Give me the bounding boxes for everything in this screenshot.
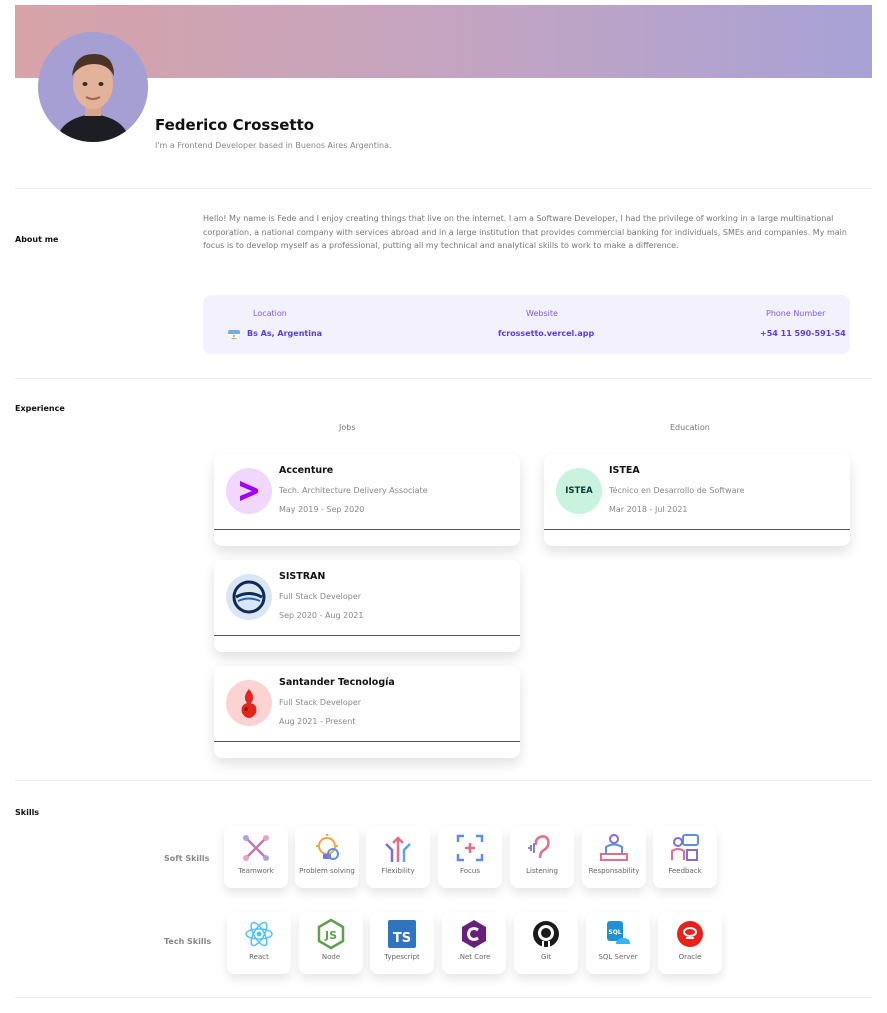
skill-teamwork: Teamwork	[224, 826, 288, 888]
arrows-icon	[385, 836, 411, 862]
education-role: Técnico en Desarrollo de Software	[609, 486, 745, 495]
skills-title: Skills	[15, 808, 40, 817]
skill-label: Listening	[526, 867, 558, 875]
skill-label: Responsability	[588, 867, 640, 875]
skill-dotnet-core: .Net Core	[442, 912, 506, 974]
lightbulb-icon	[316, 834, 339, 860]
typescript-icon: TS	[388, 920, 416, 948]
avatar	[38, 32, 148, 142]
skill-listening: Listening	[510, 826, 574, 888]
tech-skills-label: Tech Skills	[164, 937, 212, 946]
about-title: About me	[15, 235, 59, 244]
job-role: Full Stack Developer	[279, 698, 362, 707]
skill-label: Node	[321, 953, 341, 961]
job-role: Tech. Architecture Delivery Associate	[279, 486, 428, 495]
santander-logo-icon	[226, 680, 272, 726]
skill-label: Teamwork	[238, 867, 274, 875]
job-date: Aug 2021 - Present	[279, 717, 356, 726]
phone-value: +54 11 590-591-54	[760, 329, 846, 338]
skill-node: JS Node	[299, 912, 363, 974]
skill-label: Git	[540, 953, 552, 961]
education-title: ISTEA	[609, 465, 640, 476]
svg-text:TS: TS	[393, 931, 411, 946]
job-role: Full Stack Developer	[279, 592, 362, 601]
job-date: May 2019 - Sep 2020	[279, 505, 365, 514]
sql-server-icon: SQL	[607, 921, 630, 944]
job-title: SISTRAN	[279, 571, 326, 582]
dotnet-core-icon	[462, 920, 486, 948]
skill-sql-server: SQL SQL Server	[586, 912, 650, 974]
soft-skills-label: Soft Skills	[164, 854, 210, 863]
teamwork-icon	[243, 835, 269, 861]
istea-logo-icon: ISTEA	[556, 468, 602, 514]
divider	[15, 378, 872, 379]
location-label: Location	[253, 309, 287, 318]
oracle-icon	[677, 921, 703, 947]
divider	[15, 780, 872, 781]
sistran-logo-icon	[226, 574, 272, 620]
node-icon: JS	[317, 918, 345, 950]
website-link[interactable]: fcrossetto.vercel.app	[498, 329, 594, 338]
skill-typescript: TS Typescript	[370, 912, 434, 974]
skill-flexibility: Flexibility	[366, 826, 430, 888]
skill-label: Typescript	[384, 953, 420, 961]
card-divider	[544, 529, 850, 530]
istea-logo-text: ISTEA	[565, 486, 593, 496]
skill-git: Git	[514, 912, 578, 974]
education-heading: Education	[670, 423, 710, 432]
job-title: Santander Tecnología	[279, 677, 395, 688]
argentina-flag-icon	[228, 327, 240, 339]
education-date: Mar 2018 - Jul 2021	[609, 505, 688, 514]
card-divider	[214, 635, 520, 636]
job-title: Accenture	[279, 465, 334, 476]
focus-icon	[456, 834, 484, 862]
ear-icon	[528, 835, 550, 859]
skill-label: Feedback	[668, 867, 702, 875]
profile-name: Federico Crossetto	[155, 116, 315, 134]
location-value: Bs As, Argentina	[247, 329, 323, 338]
github-icon	[533, 921, 559, 947]
skill-label: Oracle	[678, 953, 702, 961]
profile-tagline: I'm a Frontend Developer based in Buenos…	[155, 141, 392, 150]
skill-responsability: Responsability	[582, 826, 646, 888]
skill-label: Focus	[460, 867, 480, 875]
card-divider	[214, 529, 520, 530]
skill-label: React	[249, 953, 269, 961]
skill-focus: Focus	[438, 826, 502, 888]
skill-react: React	[227, 912, 291, 974]
skill-problem-solving: Problem solving	[295, 826, 359, 888]
about-text: Hello! My name is Fede and I enjoy creat…	[203, 214, 847, 250]
skill-feedback: Feedback	[653, 826, 717, 888]
skill-label: .Net Core	[457, 953, 491, 961]
accenture-logo-icon	[226, 468, 272, 514]
job-date: Sep 2020 - Aug 2021	[279, 611, 364, 620]
skill-label: Problem solving	[299, 867, 355, 875]
card-divider	[214, 741, 520, 742]
feedback-icon	[671, 834, 699, 861]
svg-text:SQL: SQL	[608, 929, 621, 936]
website-label: Website	[526, 309, 558, 318]
skill-label: Flexibility	[381, 867, 415, 875]
react-icon	[245, 921, 273, 947]
divider	[15, 188, 872, 189]
divider	[15, 997, 872, 998]
education-card-istea[interactable]: ISTEA ISTEA Técnico en Desarrollo de Sof…	[544, 454, 850, 546]
job-card-accenture[interactable]: Accenture Tech. Architecture Delivery As…	[214, 454, 520, 546]
contact-info-box: Location Bs As, Argentina Website fcross…	[203, 295, 850, 354]
skill-label: SQL Server	[598, 953, 638, 961]
svg-text:JS: JS	[324, 929, 337, 942]
skill-oracle: Oracle	[658, 912, 722, 974]
job-card-sistran[interactable]: SISTRAN Full Stack Developer Sep 2020 - …	[214, 560, 520, 652]
jobs-heading: Jobs	[339, 423, 356, 432]
job-card-santander[interactable]: Santander Tecnología Full Stack Develope…	[214, 666, 520, 758]
experience-title: Experience	[15, 404, 65, 413]
phone-label: Phone Number	[766, 309, 826, 318]
person-desk-icon	[600, 834, 628, 861]
